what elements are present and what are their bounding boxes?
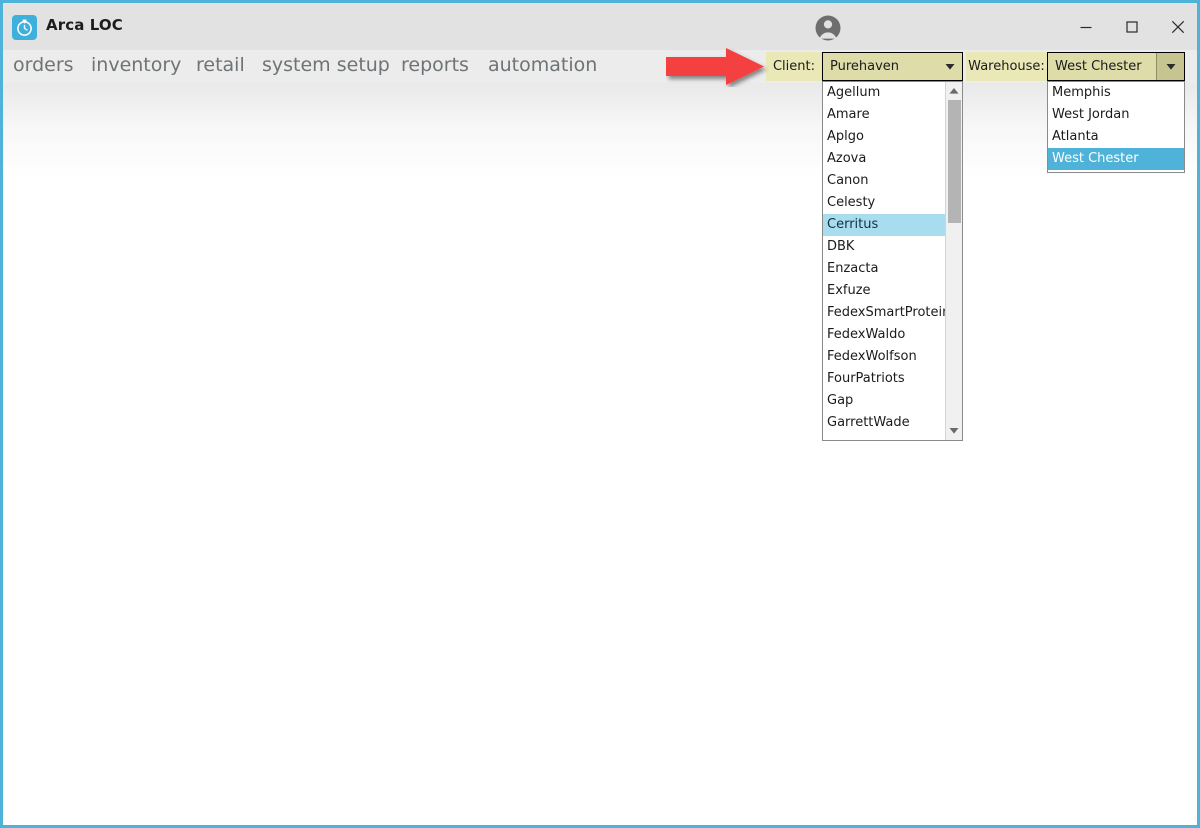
client-combobox-value: Purehaven [830, 59, 900, 74]
menu-item-automation[interactable]: automation [488, 54, 597, 76]
maximize-icon[interactable] [1109, 3, 1155, 50]
client-option[interactable]: FedexSmartProtein [823, 302, 945, 324]
client-option[interactable]: Canon [823, 170, 945, 192]
close-icon[interactable] [1155, 3, 1197, 50]
client-option[interactable]: Enzacta [823, 258, 945, 280]
application-window: Arca LOC orders inventory retail system … [0, 0, 1200, 828]
client-option[interactable]: Agellum [823, 82, 945, 104]
warehouse-option[interactable]: West Chester [1048, 148, 1184, 170]
client-dropdown-scrollbar[interactable] [945, 82, 962, 440]
client-option[interactable]: DBK [823, 236, 945, 258]
client-option[interactable]: Gap [823, 390, 945, 412]
client-option[interactable]: FedexWolfson [823, 346, 945, 368]
stopwatch-icon [12, 15, 37, 40]
scrollbar-thumb[interactable] [948, 100, 961, 223]
client-option[interactable]: Exfuze [823, 280, 945, 302]
menu-item-system-setup[interactable]: system setup [262, 54, 390, 76]
minimize-icon[interactable] [1063, 3, 1109, 50]
client-option[interactable]: GarrettWade [823, 412, 945, 434]
client-option[interactable]: Azova [823, 148, 945, 170]
menu-item-retail[interactable]: retail [196, 54, 245, 76]
main-content-area [3, 83, 1197, 825]
app-title: Arca LOC [46, 16, 123, 34]
menu-item-orders[interactable]: orders [13, 54, 74, 76]
client-option[interactable]: Cerritus [823, 214, 945, 236]
menu-item-inventory[interactable]: inventory [91, 54, 181, 76]
menu-item-reports[interactable]: reports [401, 54, 469, 76]
client-option[interactable]: Celesty [823, 192, 945, 214]
chevron-down-icon[interactable] [1156, 53, 1184, 80]
title-bar: Arca LOC [3, 3, 1197, 50]
client-option[interactable]: Aplgo [823, 126, 945, 148]
client-combobox[interactable]: Purehaven [822, 52, 963, 81]
client-option[interactable]: FourPatriots [823, 368, 945, 390]
scroll-up-icon[interactable] [946, 83, 962, 99]
client-dropdown-list[interactable]: Agellum Amare Aplgo Azova Canon Celesty Cerrit… [822, 81, 963, 441]
warehouse-combobox[interactable]: West Chester [1047, 52, 1185, 81]
warehouse-option[interactable]: Atlanta [1048, 126, 1184, 148]
client-option[interactable]: Amare [823, 104, 945, 126]
warehouse-option[interactable]: Memphis [1048, 82, 1184, 104]
warehouse-label: Warehouse: [966, 52, 1047, 81]
user-account-icon[interactable] [814, 14, 842, 42]
client-option[interactable]: FedexWaldo [823, 324, 945, 346]
scroll-down-icon[interactable] [946, 423, 962, 439]
warehouse-dropdown-list[interactable]: Memphis West Jordan Atlanta West Chester [1047, 81, 1185, 173]
chevron-down-icon[interactable] [938, 53, 962, 80]
client-label: Client: [766, 52, 822, 81]
warehouse-option[interactable]: West Jordan [1048, 104, 1184, 126]
warehouse-combobox-value: West Chester [1055, 59, 1142, 74]
